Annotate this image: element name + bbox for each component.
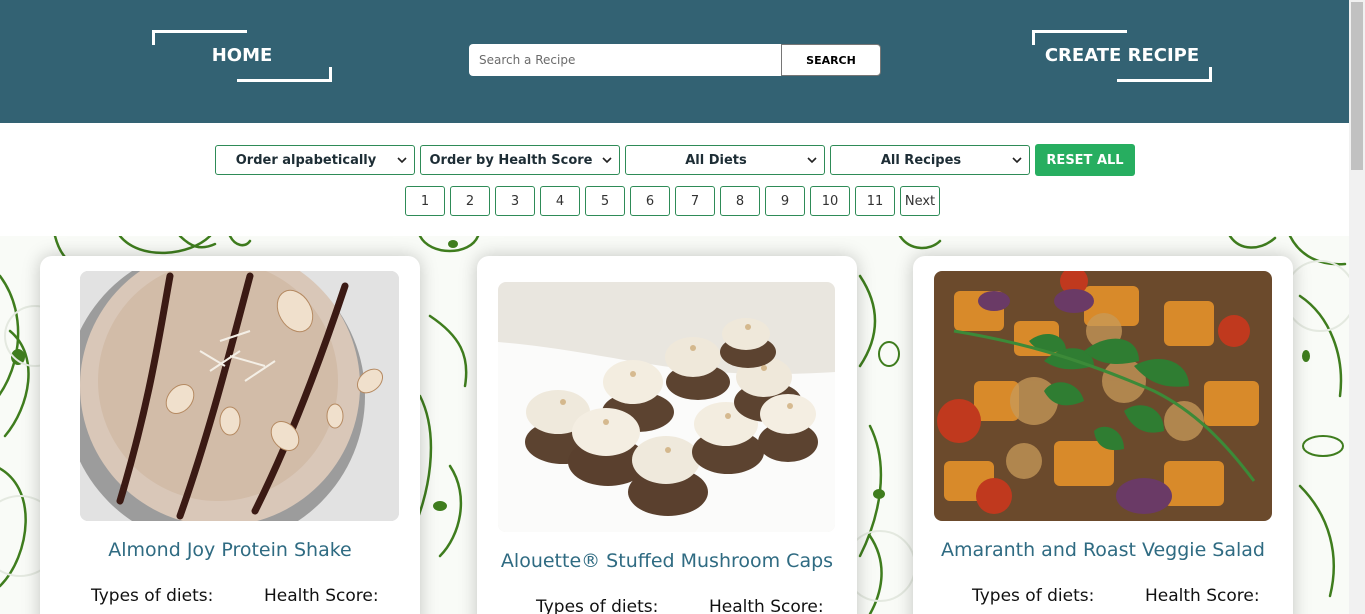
chevron-down-icon	[397, 157, 407, 164]
page-button[interactable]: 9	[765, 186, 805, 216]
recipe-title[interactable]: Amaranth and Roast Veggie Salad	[913, 539, 1293, 561]
create-recipe-label: CREATE RECIPE	[1044, 45, 1200, 66]
frame-corner-decoration	[152, 30, 247, 45]
diets-label: Types of diets:	[972, 586, 1095, 606]
search-form: SEARCH	[469, 44, 881, 76]
health-score-label: Health Score:	[709, 597, 824, 614]
chevron-down-icon	[602, 157, 612, 164]
page-button[interactable]: 5	[585, 186, 625, 216]
create-recipe-link[interactable]: CREATE RECIPE	[1032, 30, 1212, 82]
recipes-source-select[interactable]: All Recipes	[830, 145, 1030, 175]
recipe-title[interactable]: Almond Joy Protein Shake	[40, 539, 420, 561]
frame-corner-decoration	[1032, 30, 1127, 45]
page-button[interactable]: 11	[855, 186, 895, 216]
order-health-score-select[interactable]: Order by Health Score	[420, 145, 620, 175]
search-input[interactable]	[469, 44, 782, 76]
recipe-image	[498, 282, 835, 532]
page-button[interactable]: 6	[630, 186, 670, 216]
page-button[interactable]: 2	[450, 186, 490, 216]
next-page-button[interactable]: Next	[900, 186, 940, 216]
order-alphabetically-select[interactable]: Order alpabetically	[215, 145, 415, 175]
page-button[interactable]: 7	[675, 186, 715, 216]
recipe-image	[934, 271, 1272, 521]
page-button[interactable]: 8	[720, 186, 760, 216]
scrollbar-thumb[interactable]	[1351, 2, 1363, 170]
page-button[interactable]: 3	[495, 186, 535, 216]
diets-label: Types of diets:	[536, 597, 659, 614]
recipe-card[interactable]: Amaranth and Roast Veggie Salad Types of…	[913, 256, 1293, 614]
chevron-down-icon	[807, 157, 817, 164]
select-value: All Recipes	[880, 152, 962, 168]
page-button[interactable]: 10	[810, 186, 850, 216]
home-label: HOME	[211, 45, 273, 66]
reset-all-button[interactable]: RESET ALL	[1035, 144, 1135, 176]
select-value: Order by Health Score	[429, 152, 593, 168]
recipe-card[interactable]: Alouette® Stuffed Mushroom Caps Types of…	[477, 256, 857, 614]
top-navbar: HOME SEARCH CREATE RECIPE	[0, 0, 1349, 123]
health-score-label: Health Score:	[1145, 586, 1260, 606]
diets-select[interactable]: All Diets	[625, 145, 825, 175]
recipe-image	[80, 271, 399, 521]
frame-corner-decoration	[237, 67, 332, 82]
recipe-card[interactable]: Almond Joy Protein Shake Types of diets:…	[40, 256, 420, 614]
recipe-title[interactable]: Alouette® Stuffed Mushroom Caps	[477, 550, 857, 572]
diets-label: Types of diets:	[91, 586, 214, 606]
search-button[interactable]: SEARCH	[781, 44, 881, 76]
select-value: Order alpabetically	[235, 152, 377, 168]
chevron-down-icon	[1012, 157, 1022, 164]
page-button[interactable]: 1	[405, 186, 445, 216]
select-value: All Diets	[685, 152, 747, 168]
vertical-scrollbar[interactable]	[1349, 0, 1365, 614]
home-link[interactable]: HOME	[152, 30, 332, 82]
health-score-label: Health Score:	[264, 586, 379, 606]
frame-corner-decoration	[1117, 67, 1212, 82]
page-button[interactable]: 4	[540, 186, 580, 216]
